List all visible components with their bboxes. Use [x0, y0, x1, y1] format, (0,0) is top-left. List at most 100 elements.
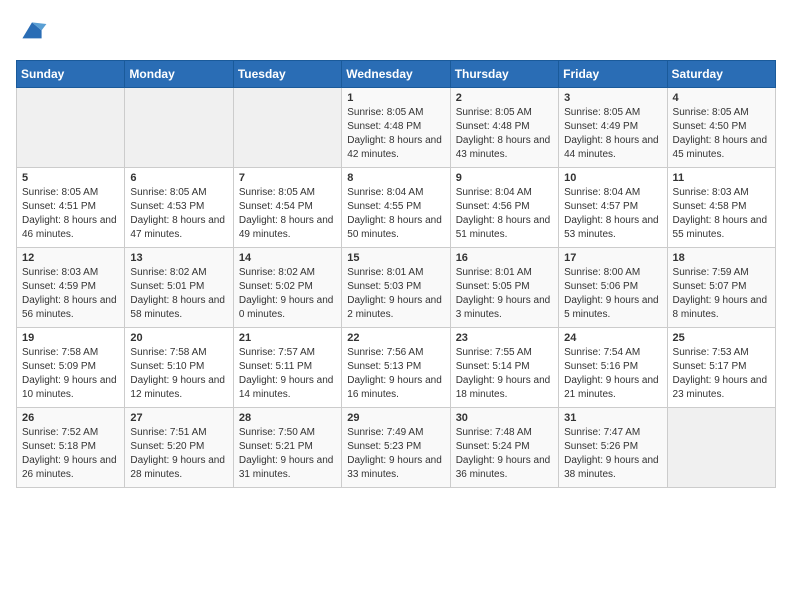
calendar-cell: 10Sunrise: 8:04 AM Sunset: 4:57 PM Dayli…: [559, 168, 667, 248]
day-number: 4: [673, 92, 770, 104]
calendar-cell: 21 Sunrise: 7:57 AM Sunset: 5:11 PM Dayli…: [233, 328, 341, 408]
weekday-header-friday: Friday: [559, 61, 667, 88]
calendar-cell: 17Sunrise: 8:00 AM Sunset: 5:06 PM Dayli…: [559, 248, 667, 328]
calendar-cell: 30 Sunrise: 7:48 AM Sunset: 5:24 PM Dayli…: [450, 408, 558, 488]
calendar-body: 1 Sunrise: 8:05 AM Sunset: 4:48 PM Daylig…: [17, 88, 776, 488]
calendar-cell: 15Sunrise: 8:01 AM Sunset: 5:03 PM Dayli…: [342, 248, 450, 328]
day-info: Sunrise: 7:50 AM Sunset: 5:21 PM Dayligh…: [239, 426, 336, 482]
day-info: Sunrise: 7:49 AM Sunset: 5:23 PM Dayligh…: [347, 426, 444, 482]
calendar-cell: 3 Sunrise: 8:05 AM Sunset: 4:49 PM Daylig…: [559, 88, 667, 168]
day-info: Sunrise: 8:05 AM Sunset: 4:51 PM Dayligh…: [22, 186, 119, 242]
calendar-cell: 8 Sunrise: 8:04 AM Sunset: 4:55 PM Daylig…: [342, 168, 450, 248]
calendar-cell: 16 Sunrise: 8:01 AM Sunset: 5:05 PM Dayli…: [450, 248, 558, 328]
calendar-header: SundayMondayTuesdayWednesdayThursdayFrid…: [17, 61, 776, 88]
calendar-week-4: 19 Sunrise: 7:58 AM Sunset: 5:09 PM Dayli…: [17, 328, 776, 408]
day-number: 9: [456, 172, 553, 184]
calendar-cell: 1Sunrise: 8:05 AM Sunset: 4:48 PM Daylig…: [342, 88, 450, 168]
day-number: 13: [130, 252, 227, 264]
day-info: Sunrise: 7:53 AM Sunset: 5:17 PM Dayligh…: [673, 346, 770, 402]
day-number: 6: [130, 172, 227, 184]
weekday-header-monday: Monday: [125, 61, 233, 88]
weekday-row: SundayMondayTuesdayWednesdayThursdayFrid…: [17, 61, 776, 88]
day-info: Sunrise: 8:00 AM Sunset: 5:06 PM Dayligh…: [564, 266, 661, 322]
day-info: Sunrise: 8:05 AM Sunset: 4:54 PM Dayligh…: [239, 186, 336, 242]
day-info: Sunrise: 7:58 AM Sunset: 5:10 PM Dayligh…: [130, 346, 227, 402]
weekday-header-tuesday: Tuesday: [233, 61, 341, 88]
logo: [16, 16, 52, 48]
day-info: Sunrise: 7:55 AM Sunset: 5:14 PM Dayligh…: [456, 346, 553, 402]
day-number: 23: [456, 332, 553, 344]
day-info: Sunrise: 8:01 AM Sunset: 5:05 PM Dayligh…: [456, 266, 553, 322]
calendar-cell: 11 Sunrise: 8:03 AM Sunset: 4:58 PM Dayli…: [667, 168, 775, 248]
calendar-cell: 12Sunrise: 8:03 AM Sunset: 4:59 PM Dayli…: [17, 248, 125, 328]
calendar-cell: 27 Sunrise: 7:51 AM Sunset: 5:20 PM Dayli…: [125, 408, 233, 488]
calendar-week-1: 1 Sunrise: 8:05 AM Sunset: 4:48 PM Daylig…: [17, 88, 776, 168]
day-info: Sunrise: 8:05 AM Sunset: 4:49 PM Dayligh…: [564, 106, 661, 162]
page-container: SundayMondayTuesdayWednesdayThursdayFrid…: [0, 0, 792, 498]
day-info: Sunrise: 8:04 AM Sunset: 4:57 PM Dayligh…: [564, 186, 661, 242]
day-info: Sunrise: 8:05 AM Sunset: 4:53 PM Dayligh…: [130, 186, 227, 242]
calendar-cell: 26 Sunrise: 7:52 AM Sunset: 5:18 PM Dayli…: [17, 408, 125, 488]
calendar-cell: 7 Sunrise: 8:05 AM Sunset: 4:54 PM Daylig…: [233, 168, 341, 248]
day-info: Sunrise: 8:04 AM Sunset: 4:55 PM Dayligh…: [347, 186, 444, 242]
day-number: 5: [22, 172, 119, 184]
header: [16, 16, 776, 48]
calendar-week-2: 5 Sunrise: 8:05 AM Sunset: 4:51 PM Daylig…: [17, 168, 776, 248]
day-info: Sunrise: 8:01 AM Sunset: 5:03 PM Dayligh…: [347, 266, 444, 322]
day-info: Sunrise: 7:56 AM Sunset: 5:13 PM Dayligh…: [347, 346, 444, 402]
day-number: 7: [239, 172, 336, 184]
day-number: 31: [564, 412, 661, 424]
day-info: Sunrise: 7:48 AM Sunset: 5:24 PM Dayligh…: [456, 426, 553, 482]
calendar-cell: 18Sunrise: 7:59 AM Sunset: 5:07 PM Dayli…: [667, 248, 775, 328]
calendar-cell: [667, 408, 775, 488]
calendar-cell: 25 Sunrise: 7:53 AM Sunset: 5:17 PM Dayli…: [667, 328, 775, 408]
day-number: 26: [22, 412, 119, 424]
day-info: Sunrise: 8:05 AM Sunset: 4:48 PM Dayligh…: [456, 106, 553, 162]
day-info: Sunrise: 8:04 AM Sunset: 4:56 PM Dayligh…: [456, 186, 553, 242]
day-number: 29: [347, 412, 444, 424]
logo-icon: [16, 16, 48, 48]
calendar-cell: [125, 88, 233, 168]
weekday-header-thursday: Thursday: [450, 61, 558, 88]
calendar-cell: 19 Sunrise: 7:58 AM Sunset: 5:09 PM Dayli…: [17, 328, 125, 408]
day-info: Sunrise: 7:58 AM Sunset: 5:09 PM Dayligh…: [22, 346, 119, 402]
calendar-cell: 28 Sunrise: 7:50 AM Sunset: 5:21 PM Dayli…: [233, 408, 341, 488]
day-number: 24: [564, 332, 661, 344]
day-info: Sunrise: 8:03 AM Sunset: 4:58 PM Dayligh…: [673, 186, 770, 242]
calendar-cell: 29 Sunrise: 7:49 AM Sunset: 5:23 PM Dayli…: [342, 408, 450, 488]
day-number: 19: [22, 332, 119, 344]
day-number: 11: [673, 172, 770, 184]
day-number: 30: [456, 412, 553, 424]
calendar-table: SundayMondayTuesdayWednesdayThursdayFrid…: [16, 60, 776, 488]
day-number: 1: [347, 92, 444, 104]
day-info: Sunrise: 7:54 AM Sunset: 5:16 PM Dayligh…: [564, 346, 661, 402]
weekday-header-saturday: Saturday: [667, 61, 775, 88]
day-number: 21: [239, 332, 336, 344]
day-number: 25: [673, 332, 770, 344]
calendar-cell: 4 Sunrise: 8:05 AM Sunset: 4:50 PM Daylig…: [667, 88, 775, 168]
day-number: 16: [456, 252, 553, 264]
weekday-header-wednesday: Wednesday: [342, 61, 450, 88]
day-number: 8: [347, 172, 444, 184]
day-number: 27: [130, 412, 227, 424]
day-number: 2: [456, 92, 553, 104]
day-info: Sunrise: 7:57 AM Sunset: 5:11 PM Dayligh…: [239, 346, 336, 402]
day-number: 22: [347, 332, 444, 344]
day-info: Sunrise: 8:03 AM Sunset: 4:59 PM Dayligh…: [22, 266, 119, 322]
calendar-cell: 22 Sunrise: 7:56 AM Sunset: 5:13 PM Dayli…: [342, 328, 450, 408]
calendar-cell: 31Sunrise: 7:47 AM Sunset: 5:26 PM Dayli…: [559, 408, 667, 488]
calendar-cell: 24 Sunrise: 7:54 AM Sunset: 5:16 PM Dayli…: [559, 328, 667, 408]
day-info: Sunrise: 8:05 AM Sunset: 4:50 PM Dayligh…: [673, 106, 770, 162]
day-info: Sunrise: 7:51 AM Sunset: 5:20 PM Dayligh…: [130, 426, 227, 482]
calendar-cell: [17, 88, 125, 168]
calendar-cell: [233, 88, 341, 168]
day-number: 28: [239, 412, 336, 424]
calendar-cell: 13 Sunrise: 8:02 AM Sunset: 5:01 PM Dayli…: [125, 248, 233, 328]
day-info: Sunrise: 8:02 AM Sunset: 5:01 PM Dayligh…: [130, 266, 227, 322]
day-number: 18: [673, 252, 770, 264]
calendar-week-5: 26 Sunrise: 7:52 AM Sunset: 5:18 PM Dayli…: [17, 408, 776, 488]
calendar-cell: 23 Sunrise: 7:55 AM Sunset: 5:14 PM Dayli…: [450, 328, 558, 408]
calendar-week-3: 12Sunrise: 8:03 AM Sunset: 4:59 PM Dayli…: [17, 248, 776, 328]
day-info: Sunrise: 7:52 AM Sunset: 5:18 PM Dayligh…: [22, 426, 119, 482]
day-number: 3: [564, 92, 661, 104]
